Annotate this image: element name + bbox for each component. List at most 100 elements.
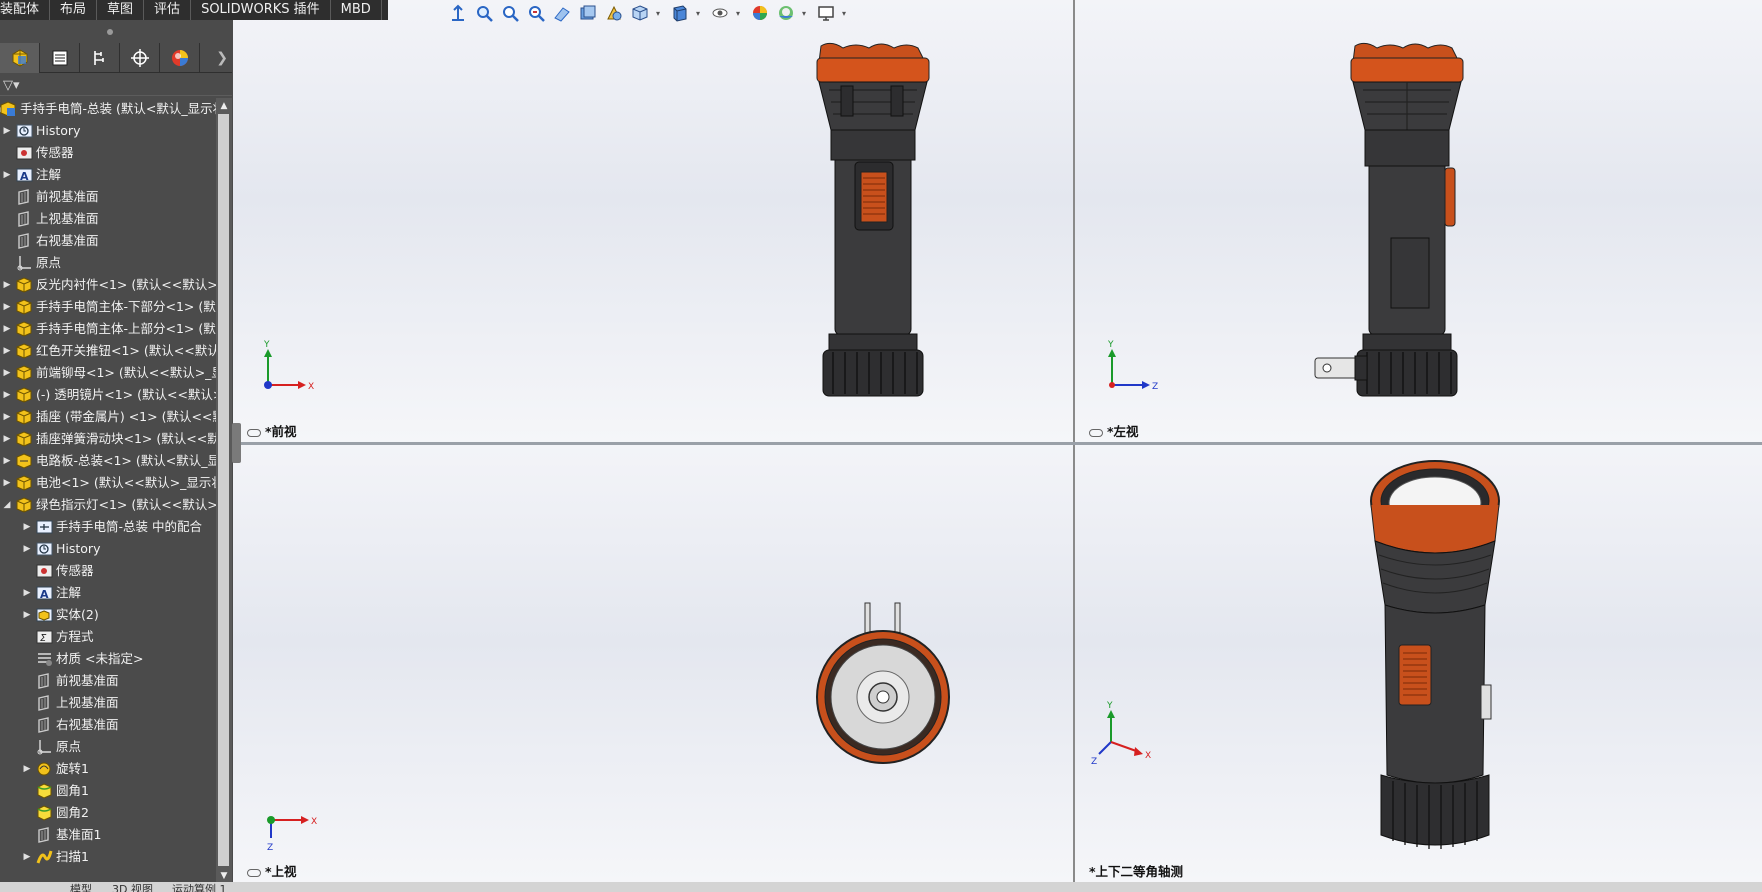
panel-splitter-handle[interactable] bbox=[232, 423, 241, 463]
command-tab[interactable]: 装配体 bbox=[0, 0, 51, 20]
tree-item[interactable]: ▶ 红色开关推钮<1> (默认<<默认> bbox=[0, 340, 216, 362]
tree-spacer[interactable] bbox=[22, 648, 32, 670]
tree-spacer[interactable] bbox=[2, 208, 12, 230]
zoom-to-area-icon[interactable] bbox=[500, 3, 520, 23]
tree-item[interactable]: 圆角2 bbox=[0, 802, 216, 824]
tree-item[interactable]: 材质 <未指定> bbox=[0, 648, 216, 670]
tree-item[interactable]: ▶ History bbox=[0, 538, 216, 560]
expand-arrow-icon[interactable]: ▶ bbox=[2, 406, 12, 428]
expand-arrow-icon[interactable]: ▶ bbox=[2, 472, 12, 494]
view-orientation-icon[interactable] bbox=[448, 3, 468, 23]
tree-item[interactable]: 原点 bbox=[0, 252, 216, 274]
tree-item[interactable]: ◢手持手电筒-总装 (默认<默认_显示状 bbox=[0, 98, 216, 120]
tree-spacer[interactable] bbox=[2, 230, 12, 252]
expand-arrow-icon[interactable]: ▶ bbox=[2, 274, 12, 296]
expand-arrow-icon[interactable]: ▶ bbox=[2, 340, 12, 362]
expand-arrow-icon[interactable]: ▶ bbox=[2, 164, 12, 186]
expand-arrow-icon[interactable]: ▶ bbox=[22, 538, 32, 560]
tree-spacer[interactable] bbox=[22, 736, 32, 758]
viewport-isometric[interactable]: Y Z X *上下二等角轴测 bbox=[1075, 445, 1762, 882]
zoom-to-fit-icon[interactable] bbox=[474, 3, 494, 23]
link-views-icon[interactable] bbox=[247, 428, 261, 437]
expand-arrow-icon[interactable]: ▶ bbox=[22, 604, 32, 626]
monitor-icon[interactable] bbox=[816, 3, 836, 23]
tree-item[interactable]: 上视基准面 bbox=[0, 208, 216, 230]
view-settings-icon[interactable] bbox=[604, 3, 624, 23]
scroll-thumb[interactable] bbox=[218, 114, 229, 866]
tree-item[interactable]: 右视基准面 bbox=[0, 230, 216, 252]
display-manager-tab[interactable] bbox=[160, 43, 200, 73]
expand-arrow-icon[interactable]: ▶ bbox=[2, 120, 12, 142]
tree-vertical-scrollbar[interactable]: ▲ ▼ bbox=[216, 98, 232, 884]
filter-icon[interactable]: ▽▾ bbox=[3, 78, 20, 93]
tab-motion-study[interactable]: 运动算例 1 bbox=[172, 882, 227, 892]
tree-item[interactable]: ▶ 反光内衬件<1> (默认<<默认>_ bbox=[0, 274, 216, 296]
tab-model[interactable]: 模型 bbox=[70, 882, 92, 892]
expand-arrow-icon[interactable]: ▶ bbox=[22, 846, 32, 868]
expand-arrow-icon[interactable]: ▶ bbox=[2, 318, 12, 340]
expand-arrow-icon[interactable]: ▶ bbox=[22, 582, 32, 604]
tree-item[interactable]: 右视基准面 bbox=[0, 714, 216, 736]
tree-item[interactable]: 圆角1 bbox=[0, 780, 216, 802]
tree-item[interactable]: ▶ 扫描1 bbox=[0, 846, 216, 868]
tree-item[interactable]: ▶ 电路板-总装<1> (默认<默认_显 bbox=[0, 450, 216, 472]
viewport-horizontal-splitter[interactable] bbox=[233, 442, 1762, 445]
tree-spacer[interactable] bbox=[22, 802, 32, 824]
tree-item[interactable]: 传感器 bbox=[0, 560, 216, 582]
hide-show-icon[interactable] bbox=[710, 3, 730, 23]
tree-item[interactable]: 前视基准面 bbox=[0, 670, 216, 692]
dimxpert-manager-tab[interactable] bbox=[120, 43, 160, 73]
edit-appearance-icon[interactable] bbox=[750, 3, 770, 23]
tree-spacer[interactable] bbox=[22, 780, 32, 802]
tree-item[interactable]: ▶ 旋转1 bbox=[0, 758, 216, 780]
display-style-icon[interactable] bbox=[670, 3, 690, 23]
tree-item[interactable]: 上视基准面 bbox=[0, 692, 216, 714]
tree-item[interactable]: ▶ A 注解 bbox=[0, 164, 216, 186]
tab-3d-views[interactable]: 3D 视图 bbox=[112, 882, 153, 892]
expand-arrow-icon[interactable]: ▶ bbox=[22, 758, 32, 780]
tree-item[interactable]: ▶ 电池<1> (默认<<默认>_显示状 bbox=[0, 472, 216, 494]
more-tabs-chevron-icon[interactable]: ❯ bbox=[200, 43, 232, 73]
tree-item[interactable]: ▶ 前端铆母<1> (默认<<默认>_显 bbox=[0, 362, 216, 384]
tree-spacer[interactable] bbox=[22, 670, 32, 692]
tree-spacer[interactable] bbox=[2, 186, 12, 208]
command-tab[interactable]: SOLIDWORKS 插件 bbox=[191, 0, 331, 20]
configuration-manager-tab[interactable] bbox=[80, 43, 120, 73]
tree-item[interactable]: 传感器 bbox=[0, 142, 216, 164]
tree-spacer[interactable] bbox=[22, 824, 32, 846]
tree-item[interactable]: ▶ A 注解 bbox=[0, 582, 216, 604]
apply-scene-icon[interactable] bbox=[776, 3, 796, 23]
tree-spacer[interactable] bbox=[22, 714, 32, 736]
link-views-icon[interactable] bbox=[1089, 428, 1103, 437]
chevron-down-icon[interactable]: ▾ bbox=[696, 9, 704, 18]
tree-item[interactable]: ▶ History bbox=[0, 120, 216, 142]
tree-spacer[interactable] bbox=[2, 142, 12, 164]
tree-spacer[interactable] bbox=[22, 692, 32, 714]
tree-item[interactable]: 基准面1 bbox=[0, 824, 216, 846]
tree-item[interactable]: ▶ 手持手电筒主体-下部分<1> (默认 bbox=[0, 296, 216, 318]
tree-item[interactable]: ▶ 手持手电筒-总装 中的配合 bbox=[0, 516, 216, 538]
link-views-icon[interactable] bbox=[247, 868, 261, 877]
chevron-down-icon[interactable]: ▾ bbox=[656, 9, 664, 18]
tree-item[interactable]: ▶ 插座弹簧滑动块<1> (默认<<默认 bbox=[0, 428, 216, 450]
tree-item[interactable]: ▶ 插座 (带金属片) <1> (默认<<默 bbox=[0, 406, 216, 428]
expand-arrow-icon[interactable]: ▶ bbox=[2, 384, 12, 406]
scroll-up-icon[interactable]: ▲ bbox=[216, 98, 232, 114]
tree-item[interactable]: Σ 方程式 bbox=[0, 626, 216, 648]
tree-item[interactable]: ▶ (-) 透明镜片<1> (默认<<默认>_ bbox=[0, 384, 216, 406]
dynamic-annotation-icon[interactable] bbox=[578, 3, 598, 23]
previous-view-icon[interactable] bbox=[526, 3, 546, 23]
chevron-down-icon[interactable]: ▾ bbox=[736, 9, 744, 18]
command-tab[interactable]: 布局 bbox=[50, 0, 98, 20]
viewport-top[interactable]: Z X *上视 bbox=[233, 445, 1073, 882]
property-manager-tab[interactable] bbox=[40, 43, 80, 73]
expand-arrow-icon[interactable]: ▶ bbox=[2, 450, 12, 472]
tree-spacer[interactable] bbox=[22, 626, 32, 648]
viewport-left[interactable]: Y Z *左视 bbox=[1075, 0, 1762, 442]
tree-item[interactable]: 原点 bbox=[0, 736, 216, 758]
expand-arrow-icon[interactable]: ▶ bbox=[2, 296, 12, 318]
expand-arrow-icon[interactable]: ▶ bbox=[2, 428, 12, 450]
tree-item[interactable]: ▶ 实体(2) bbox=[0, 604, 216, 626]
tree-item[interactable]: 前视基准面 bbox=[0, 186, 216, 208]
viewport-vertical-splitter[interactable] bbox=[1073, 0, 1075, 882]
